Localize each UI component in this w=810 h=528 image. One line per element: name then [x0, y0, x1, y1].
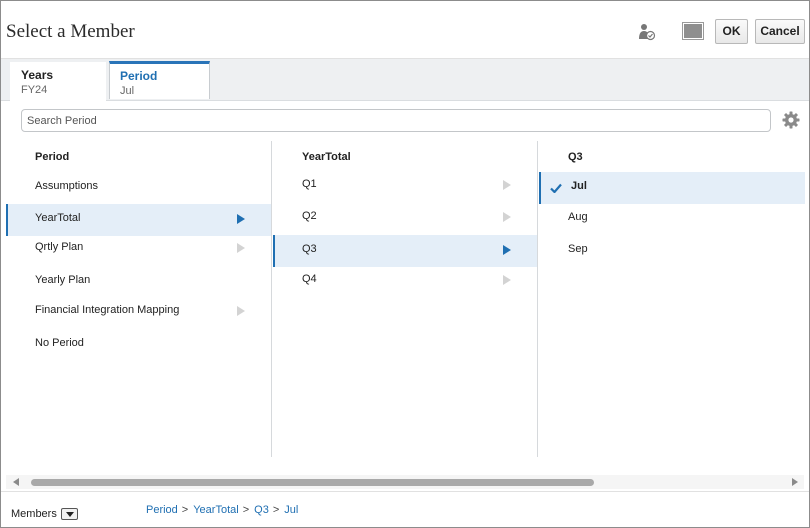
member-label: Q1 — [302, 178, 317, 190]
tab-dimension-label: Period — [120, 69, 158, 83]
breadcrumb-separator: > — [181, 504, 189, 516]
list-item[interactable]: Q4 — [273, 265, 537, 297]
member-column-period: Period Assumptions YearTotal Qrtly Plan … — [6, 141, 272, 457]
dialog-footer: Members Period > YearTotal > Q3 > Jul — [1, 491, 809, 527]
scroll-left-icon[interactable] — [13, 478, 19, 486]
checkmark-icon — [550, 183, 562, 193]
member-label: Financial Integration Mapping — [35, 304, 180, 316]
highlight-color-icon[interactable] — [682, 22, 704, 40]
list-item[interactable]: YearTotal — [6, 204, 271, 236]
expand-arrow-icon[interactable] — [237, 306, 245, 316]
member-label: No Period — [35, 337, 84, 349]
list-item[interactable]: Jul — [539, 172, 805, 204]
tab-period[interactable]: Period Jul — [109, 61, 210, 99]
member-label: Jul — [571, 180, 587, 192]
column-header: YearTotal — [302, 151, 351, 163]
breadcrumb-separator: > — [242, 504, 250, 516]
expand-arrow-icon[interactable] — [237, 214, 245, 224]
expand-arrow-icon[interactable] — [503, 275, 511, 285]
expand-arrow-icon[interactable] — [237, 243, 245, 253]
members-label: Members — [11, 508, 57, 520]
list-item[interactable]: Sep — [539, 235, 805, 267]
tab-dimension-label: Years — [21, 68, 54, 82]
list-item[interactable]: No Period — [6, 329, 271, 361]
breadcrumb-item[interactable]: Jul — [284, 504, 298, 516]
member-label: Q4 — [302, 273, 317, 285]
member-label: Sep — [568, 243, 588, 255]
select-member-dialog: Select a Member OK Cancel Years FY24 Per… — [0, 0, 810, 528]
member-label: Assumptions — [35, 180, 98, 192]
column-header: Period — [35, 151, 70, 163]
expand-arrow-icon[interactable] — [503, 212, 511, 222]
member-label: Yearly Plan — [35, 274, 91, 286]
list-item[interactable]: Assumptions — [6, 172, 271, 204]
member-properties-icon[interactable] — [638, 23, 656, 41]
list-item[interactable]: Q1 — [273, 170, 537, 202]
member-label: YearTotal — [35, 212, 81, 224]
search-input[interactable] — [21, 109, 771, 132]
breadcrumb: Period > YearTotal > Q3 > Jul — [146, 504, 298, 516]
scroll-right-icon[interactable] — [792, 478, 798, 486]
scrollbar-thumb[interactable] — [31, 479, 594, 486]
list-item[interactable]: Q2 — [273, 202, 537, 234]
tab-selected-value: FY24 — [21, 84, 48, 96]
gear-icon[interactable] — [782, 111, 800, 129]
breadcrumb-item[interactable]: YearTotal — [193, 504, 238, 516]
column-header: Q3 — [568, 151, 583, 163]
dialog-header: Select a Member OK Cancel — [1, 1, 809, 59]
tab-years[interactable]: Years FY24 — [10, 62, 106, 102]
member-label: Q3 — [302, 243, 317, 255]
cancel-button[interactable]: Cancel — [755, 19, 805, 44]
ok-button[interactable]: OK — [715, 19, 748, 44]
breadcrumb-separator: > — [272, 504, 280, 516]
expand-arrow-icon[interactable] — [503, 245, 511, 255]
tab-selected-value: Jul — [120, 85, 135, 97]
list-item[interactable]: Financial Integration Mapping — [6, 296, 271, 328]
horizontal-scrollbar[interactable] — [6, 475, 804, 489]
member-label: Aug — [568, 211, 588, 223]
member-column-yeartotal: YearTotal Q1 Q2 Q3 Q4 — [273, 141, 538, 457]
breadcrumb-item[interactable]: Q3 — [254, 504, 269, 516]
list-item[interactable]: Aug — [539, 203, 805, 235]
list-item[interactable]: Yearly Plan — [6, 266, 271, 298]
dialog-title: Select a Member — [6, 21, 135, 42]
expand-arrow-icon[interactable] — [503, 180, 511, 190]
breadcrumb-item[interactable]: Period — [146, 504, 178, 516]
member-column-q3: Q3 Jul Aug Sep — [539, 141, 805, 457]
list-item[interactable]: Qrtly Plan — [6, 233, 271, 265]
member-label: Qrtly Plan — [35, 241, 84, 253]
list-item[interactable]: Q3 — [273, 235, 537, 267]
dimension-tabs: Years FY24 Period Jul — [1, 59, 809, 102]
member-label: Q2 — [302, 210, 317, 222]
members-dropdown-icon[interactable] — [61, 508, 78, 520]
